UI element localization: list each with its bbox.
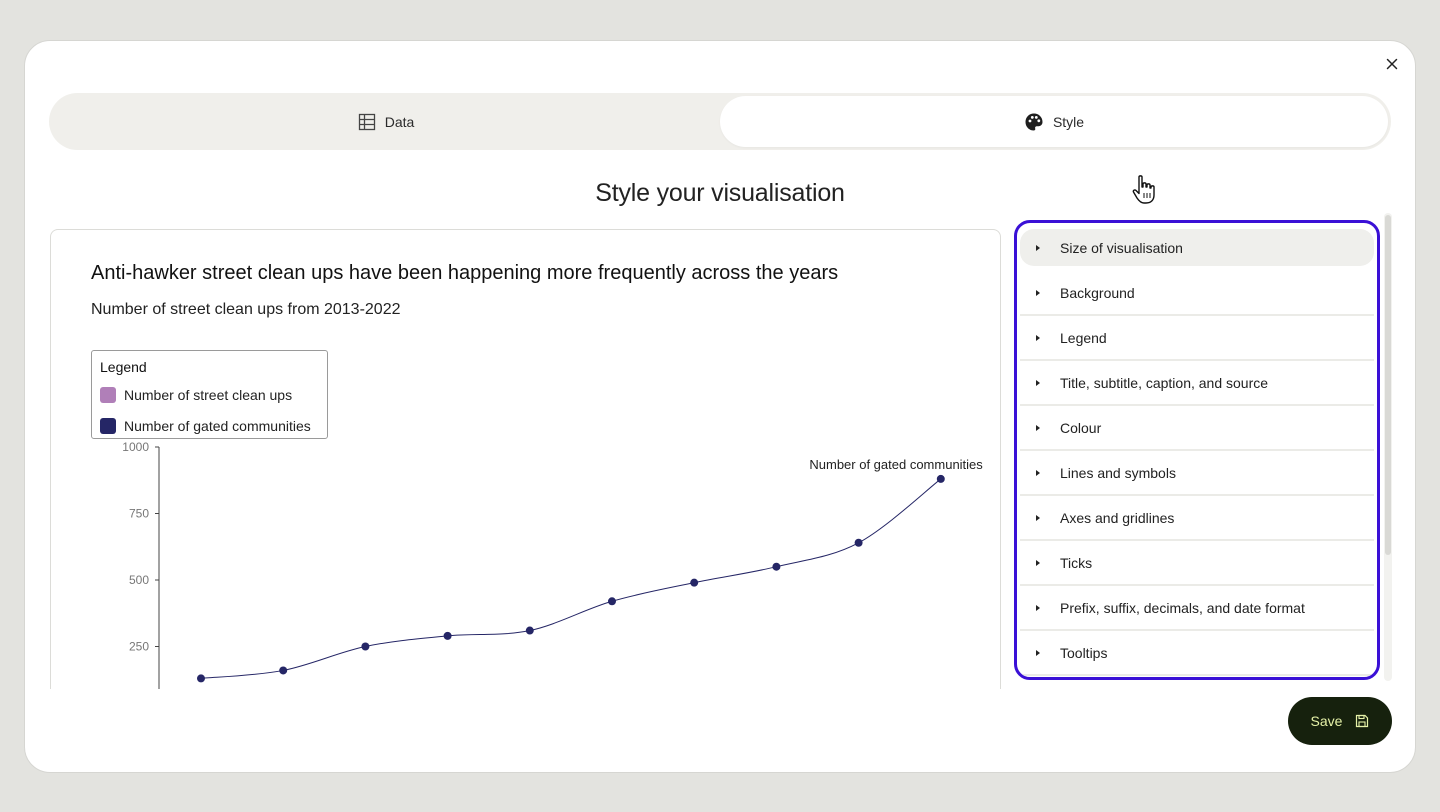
caret-right-icon xyxy=(1036,424,1040,431)
tab-bar: Data Style xyxy=(49,93,1391,150)
close-icon xyxy=(1386,58,1398,70)
data-point[interactable] xyxy=(608,597,616,606)
panel-scrollbar[interactable] xyxy=(1384,213,1392,681)
caret-right-icon xyxy=(1036,649,1040,656)
series-label: Number of gated communities xyxy=(809,457,983,472)
style-option-label: Ticks xyxy=(1060,554,1093,571)
style-option-label: Background xyxy=(1060,284,1135,301)
legend-swatch xyxy=(100,386,116,403)
y-tick-label: 750 xyxy=(129,507,149,521)
save-button[interactable]: Save xyxy=(1288,697,1392,745)
data-point[interactable] xyxy=(690,578,699,587)
page-title: Style your visualisation xyxy=(595,179,845,207)
style-option-label: Prefix, suffix, decimals, and date forma… xyxy=(1060,599,1305,616)
table-icon xyxy=(358,113,375,130)
data-point[interactable] xyxy=(361,642,370,651)
chart-title: Anti-hawker street clean ups have been h… xyxy=(91,262,839,284)
save-icon xyxy=(1356,714,1369,728)
scrollbar-thumb[interactable] xyxy=(1385,215,1391,555)
series-line-gated-communities xyxy=(200,478,942,679)
style-option-title-subtitle-caption-and-source[interactable]: Title, subtitle, caption, and source xyxy=(1020,361,1374,406)
chart-preview: 1000 750 500 250 Number of gated communities… xyxy=(50,229,1001,689)
caret-right-icon xyxy=(1036,244,1040,251)
tab-data-label: Data xyxy=(384,113,415,130)
tab-style[interactable]: Style xyxy=(720,96,1388,147)
chart-legend: Legend Number of street clean ups Number… xyxy=(91,350,328,439)
caret-right-icon xyxy=(1036,334,1040,341)
legend-item-clean-ups: Number of street clean ups xyxy=(100,383,319,406)
style-option-ticks[interactable]: Ticks xyxy=(1020,541,1374,586)
style-option-background[interactable]: Background xyxy=(1020,271,1374,316)
legend-label: Number of street clean ups xyxy=(124,386,293,403)
legend-label: Number of gated communities xyxy=(124,417,311,434)
style-option-lines-and-symbols[interactable]: Lines and symbols xyxy=(1020,451,1374,496)
y-tick-label: 1000 xyxy=(122,440,149,454)
legend-title: Legend xyxy=(100,359,147,375)
data-point[interactable] xyxy=(936,474,945,483)
data-point[interactable] xyxy=(854,538,863,547)
style-option-label: Tooltips xyxy=(1060,644,1108,661)
tab-style-label: Style xyxy=(1052,113,1085,130)
style-options-panel: Size of visualisation Background Legend Tit… xyxy=(1014,220,1380,680)
style-option-label: Legend xyxy=(1060,329,1107,346)
data-point[interactable] xyxy=(279,666,288,675)
palette-icon xyxy=(1025,113,1043,130)
legend-item-gated: Number of gated communities xyxy=(100,414,319,437)
legend-swatch xyxy=(100,417,116,434)
y-tick-label: 250 xyxy=(129,640,149,654)
style-option-legend[interactable]: Legend xyxy=(1020,316,1374,361)
style-option-colour[interactable]: Colour xyxy=(1020,406,1374,451)
style-option-label: Size of visualisation xyxy=(1060,239,1183,256)
style-modal: Data Style Style your visualisation 1000… xyxy=(24,40,1416,773)
caret-right-icon xyxy=(1036,469,1040,476)
save-label: Save xyxy=(1310,713,1343,729)
caret-right-icon xyxy=(1036,289,1040,296)
chart-subtitle: Number of street clean ups from 2013-202… xyxy=(91,301,401,318)
line-chart: 1000 750 500 250 Number of gated communities xyxy=(122,440,983,689)
caret-right-icon xyxy=(1036,604,1040,611)
caret-right-icon xyxy=(1036,514,1040,521)
style-option-label: Colour xyxy=(1060,419,1102,436)
data-point[interactable] xyxy=(443,631,452,640)
tab-data[interactable]: Data xyxy=(52,96,720,147)
caret-right-icon xyxy=(1036,379,1040,386)
style-option-label: Axes and gridlines xyxy=(1060,509,1175,526)
y-tick-label: 500 xyxy=(129,573,149,587)
style-option-size-of-visualisation[interactable]: Size of visualisation xyxy=(1020,229,1374,266)
style-option-tooltips[interactable]: Tooltips xyxy=(1020,631,1374,676)
caret-right-icon xyxy=(1036,559,1040,566)
style-option-label: Title, subtitle, caption, and source xyxy=(1060,374,1269,391)
style-option-label: Lines and symbols xyxy=(1060,464,1176,481)
style-option-prefix-suffix-decimals-and-date-format[interactable]: Prefix, suffix, decimals, and date forma… xyxy=(1020,586,1374,631)
style-option-axes-and-gridlines[interactable]: Axes and gridlines xyxy=(1020,496,1374,541)
data-point[interactable] xyxy=(197,674,205,683)
data-point[interactable] xyxy=(525,626,534,635)
hand-cursor-icon xyxy=(1132,175,1155,204)
data-point[interactable] xyxy=(772,562,781,571)
close-button[interactable] xyxy=(1381,53,1403,75)
